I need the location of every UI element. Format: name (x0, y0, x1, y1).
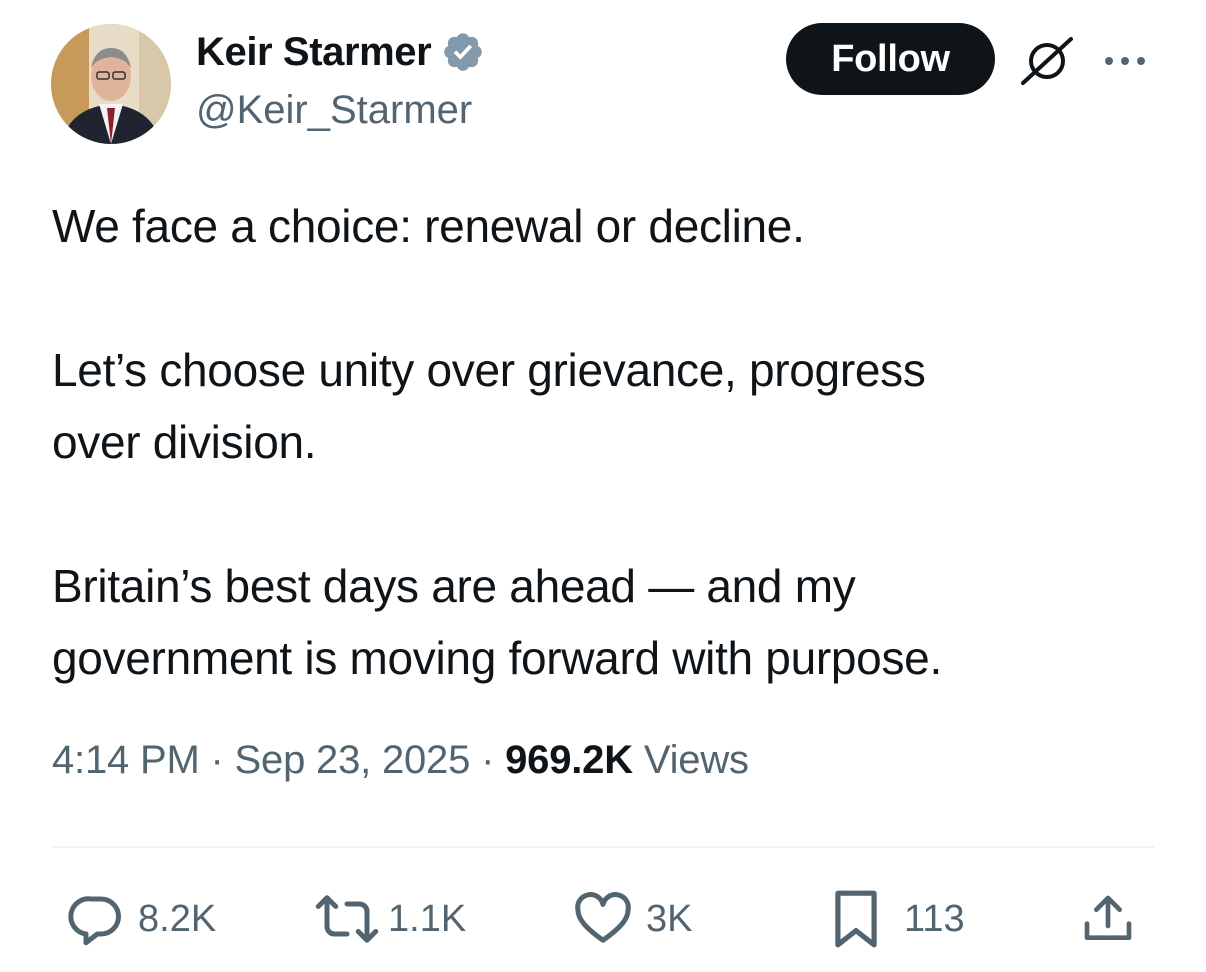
avatar[interactable] (51, 24, 171, 144)
reply-button[interactable]: 8.2K (66, 886, 216, 952)
tweet-card: Keir Starmer @Keir_Starmer Follow We fac… (0, 0, 1206, 972)
more-options-icon[interactable] (1100, 49, 1150, 73)
meta-separator: · (481, 738, 495, 782)
repost-count: 1.1K (388, 897, 467, 940)
tweet-time[interactable]: 4:14 PM (52, 738, 200, 782)
follow-button[interactable]: Follow (786, 23, 995, 95)
share-icon (1084, 895, 1132, 940)
reply-count: 8.2K (138, 897, 217, 940)
tweet-line: government is moving forward with purpos… (52, 632, 942, 684)
tweet-date[interactable]: Sep 23, 2025 (235, 738, 471, 782)
bookmark-icon (835, 890, 877, 948)
bookmark-button[interactable]: 113 (828, 886, 965, 952)
heart-icon (575, 892, 631, 943)
divider (52, 846, 1154, 848)
tweet-line: Britain’s best days are ahead — and my (52, 560, 856, 612)
tweet-line: over division. (52, 416, 317, 468)
grok-icon[interactable] (1017, 33, 1077, 89)
repost-icon (315, 895, 379, 943)
tweet-line: We face a choice: renewal or decline. (52, 200, 805, 252)
tweet-meta: 4:14 PM · Sep 23, 2025 · 969.2K Views (52, 738, 749, 783)
meta-separator: · (210, 738, 224, 782)
author-display-name[interactable]: Keir Starmer (196, 30, 432, 75)
author-name-row: Keir Starmer (196, 26, 485, 78)
tweet-line: Let’s choose unity over grievance, progr… (52, 344, 926, 396)
tweet-text: We face a choice: renewal or decline. Le… (52, 190, 1162, 694)
repost-button[interactable]: 1.1K (312, 886, 466, 952)
like-button[interactable]: 3K (572, 886, 692, 952)
avatar-photo (51, 24, 171, 144)
share-button[interactable] (1080, 886, 1136, 952)
author-handle[interactable]: @Keir_Starmer (196, 88, 472, 133)
views-label: Views (643, 738, 749, 782)
verified-badge-icon[interactable] (441, 30, 485, 74)
like-count: 3K (646, 897, 693, 940)
reply-icon (68, 896, 121, 946)
views-count[interactable]: 969.2K (505, 738, 633, 782)
bookmark-count: 113 (904, 897, 965, 940)
